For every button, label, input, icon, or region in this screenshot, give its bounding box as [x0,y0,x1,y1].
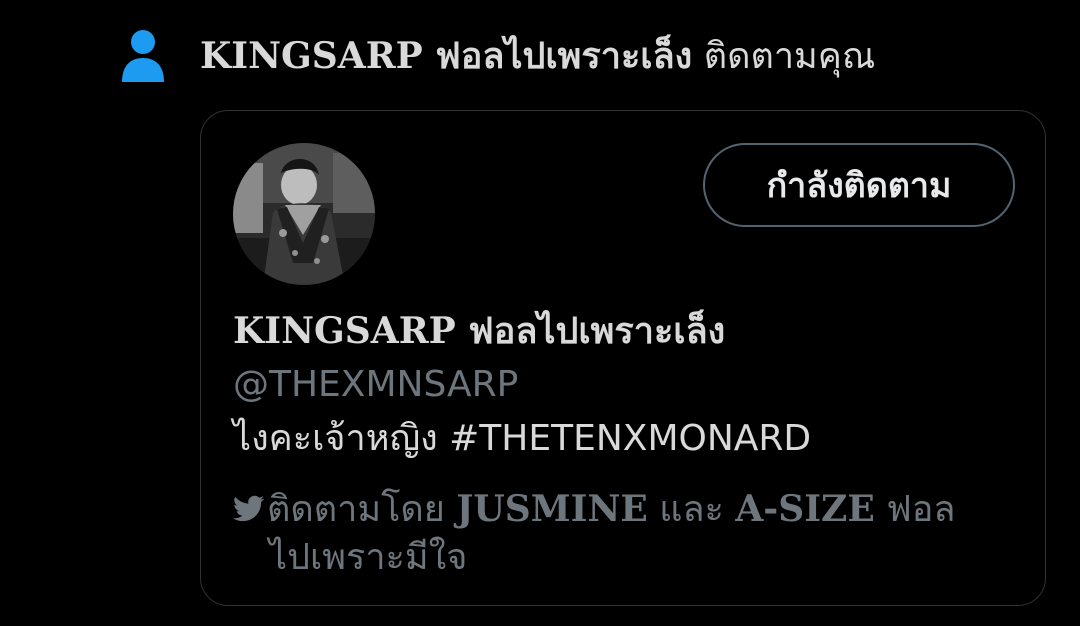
profile-handle[interactable]: @THEXMNSARP [233,361,518,409]
notification-row [120,28,166,84]
profile-display-name[interactable]: KINGSARP ฟอลไปเพราะเล็ง [233,307,725,355]
notification-user-name[interactable]: KINGSARP ฟอลไปเพราะเล็ง [200,35,692,77]
twitter-bird-icon [233,495,265,522]
person-icon [122,30,164,82]
followed-by-text: ติดตามโดย JUSMINE และ A-SIZE ฟอล ไปเพราะ… [233,485,1003,582]
followed-by-user-2-suffix: ฟอล [886,489,956,530]
user-card[interactable]: กำลังติดตาม KINGSARP ฟอลไปเพราะเล็ง @THE… [200,110,1046,606]
avatar[interactable] [233,143,375,285]
notification-text: KINGSARP ฟอลไปเพราะเล็ง ติดตามคุณ [200,30,875,83]
notification-action: ติดตามคุณ [703,36,876,77]
followed-by-user-2[interactable]: A-SIZE [735,488,874,530]
followed-by-prefix: ติดตามโดย [267,489,445,530]
profile-bio: ไงคะเจ้าหญิง #THETENXMONARD [233,418,812,459]
following-button[interactable]: กำลังติดตาม [703,143,1015,227]
avatar-photo [233,143,375,285]
followed-by-connector: และ [659,489,724,530]
followed-by-user-2-suffix-line2: ไปเพราะมีใจ [269,537,468,578]
followed-by-user-1[interactable]: JUSMINE [456,488,647,530]
